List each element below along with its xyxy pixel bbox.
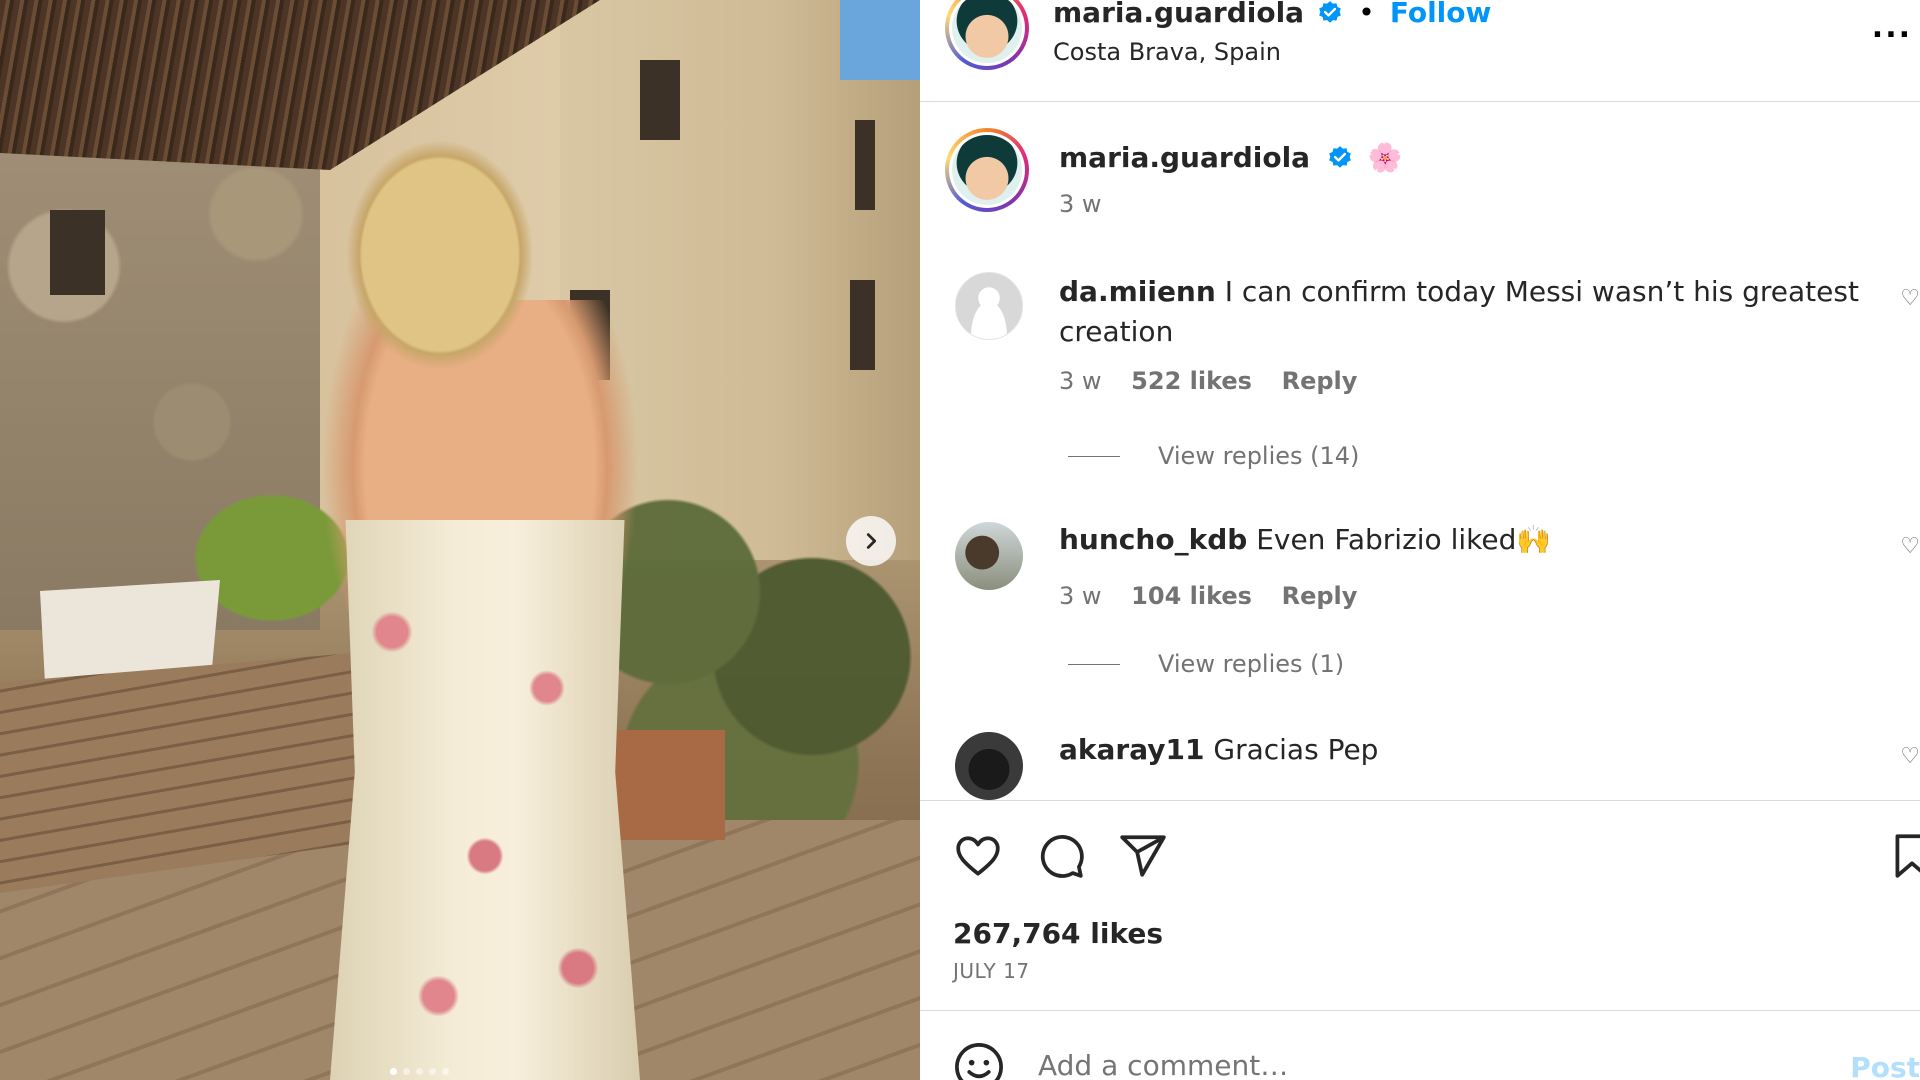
view-replies-label: View replies (14) xyxy=(1158,442,1360,470)
comment-username[interactable]: huncho_kdb xyxy=(1059,523,1247,556)
verified-badge-icon xyxy=(1319,1,1341,23)
photo-dress xyxy=(330,520,640,1080)
comment-likes[interactable]: 522 likes xyxy=(1131,367,1252,395)
chevron-right-icon xyxy=(866,533,877,549)
comment-item: akaray11 Gracias Pep ♡ xyxy=(920,730,1920,800)
view-replies-label: View replies (1) xyxy=(1158,650,1345,678)
emoji-icon[interactable] xyxy=(953,1041,1005,1080)
comment-meta: 3 w 104 likes Reply xyxy=(1059,582,1379,610)
carousel-dot xyxy=(416,1068,423,1075)
bookmark-icon[interactable] xyxy=(1887,831,1920,881)
caption-meta: 3 w xyxy=(1059,190,1124,218)
caption: maria.guardiola 🌸 3 w xyxy=(920,128,1920,218)
share-icon[interactable] xyxy=(1118,831,1168,881)
header-title-row: maria.guardiola • Follow xyxy=(1053,0,1491,29)
comment-time[interactable]: 3 w xyxy=(1059,582,1102,610)
comment-like-icon[interactable]: ♡ xyxy=(1900,286,1920,311)
carousel-dot xyxy=(442,1068,449,1075)
next-photo-button[interactable] xyxy=(846,516,896,566)
follow-button[interactable]: Follow xyxy=(1390,0,1492,29)
likes-count[interactable]: 267,764 likes xyxy=(953,917,1163,950)
commenter-avatar[interactable] xyxy=(955,522,1023,590)
verified-badge-icon xyxy=(1329,146,1351,168)
comment-text: Gracias Pep xyxy=(1213,733,1379,766)
carousel-dot xyxy=(403,1068,410,1075)
post-header: maria.guardiola • Follow Costa Brava, Sp… xyxy=(920,0,1920,102)
comment-reply-button[interactable]: Reply xyxy=(1282,582,1358,610)
comment-item: da.miienn I can confirm today Messi wasn… xyxy=(920,272,1920,472)
comment-like-icon[interactable]: ♡ xyxy=(1900,534,1920,559)
view-replies-line xyxy=(1068,455,1120,457)
comment-time[interactable]: 3 w xyxy=(1059,367,1102,395)
carousel-dots xyxy=(390,1068,449,1075)
photo-window xyxy=(850,280,875,370)
author-avatar[interactable] xyxy=(945,0,1029,70)
comment-like-icon[interactable]: ♡ xyxy=(1900,744,1920,769)
comment-username[interactable]: akaray11 xyxy=(1059,733,1204,766)
post-comment-button[interactable]: Post xyxy=(1850,1051,1920,1080)
comment-input[interactable] xyxy=(1038,1049,1738,1080)
caption-username[interactable]: maria.guardiola xyxy=(1059,141,1310,174)
comment-icon[interactable] xyxy=(1036,831,1086,881)
comment-text: Even Fabrizio liked🙌 xyxy=(1256,523,1552,556)
photo-window xyxy=(50,210,105,295)
post-location[interactable]: Costa Brava, Spain xyxy=(1053,38,1281,66)
view-replies-line xyxy=(1068,663,1120,665)
carousel-dot xyxy=(429,1068,436,1075)
commenter-avatar[interactable] xyxy=(955,732,1023,800)
comment-body: huncho_kdb Even Fabrizio liked🙌 xyxy=(1059,520,1860,560)
author-username[interactable]: maria.guardiola xyxy=(1053,0,1304,29)
comment-item: huncho_kdb Even Fabrizio liked🙌 ♡ 3 w 10… xyxy=(920,520,1920,680)
comment-body: da.miienn I can confirm today Messi wasn… xyxy=(1059,272,1860,352)
comment-composer: Post xyxy=(920,1010,1920,1080)
caption-body: maria.guardiola 🌸 xyxy=(1059,138,1860,178)
comment-reply-button[interactable]: Reply xyxy=(1282,367,1358,395)
post-date[interactable]: JULY 17 xyxy=(953,959,1030,983)
carousel-dot xyxy=(390,1068,397,1075)
comment-meta: 3 w 522 likes Reply xyxy=(1059,367,1379,395)
header-separator: • xyxy=(1358,0,1375,29)
comment-body: akaray11 Gracias Pep xyxy=(1059,730,1860,770)
post-actions: 267,764 likes JULY 17 xyxy=(920,800,1920,1012)
view-replies-button[interactable]: View replies (14) xyxy=(1068,442,1359,470)
caption-avatar[interactable] xyxy=(945,128,1029,212)
photo-person-hair xyxy=(330,120,550,390)
comment-likes[interactable]: 104 likes xyxy=(1131,582,1252,610)
photo-window xyxy=(855,120,875,210)
photo-window xyxy=(640,60,680,140)
photo-sky xyxy=(840,0,920,80)
post-photo[interactable] xyxy=(0,0,920,1080)
caption-time[interactable]: 3 w xyxy=(1059,190,1102,218)
commenter-avatar[interactable] xyxy=(955,272,1023,340)
view-replies-button[interactable]: View replies (1) xyxy=(1068,650,1344,678)
comment-username[interactable]: da.miienn xyxy=(1059,275,1216,308)
more-options-button[interactable]: ... xyxy=(1872,10,1912,45)
caption-emoji: 🌸 xyxy=(1367,141,1403,174)
heart-icon[interactable] xyxy=(953,831,1003,881)
post-side-panel: maria.guardiola • Follow Costa Brava, Sp… xyxy=(920,0,1920,1080)
